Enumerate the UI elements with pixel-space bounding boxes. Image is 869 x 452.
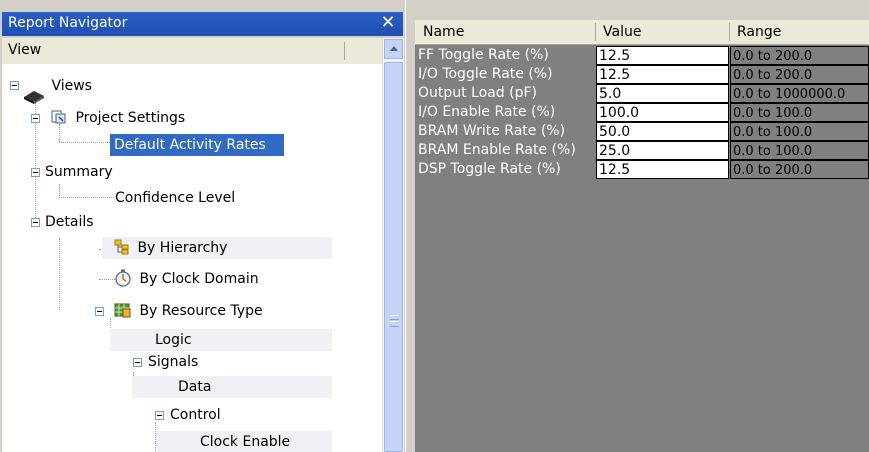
tree-label: By Hierarchy (137, 240, 228, 256)
table-row: I/O Toggle Rate (%) 12.5 0.0 to 200.0 (415, 65, 869, 85)
collapse-toggle[interactable] (133, 358, 142, 367)
resource-grid-icon (114, 302, 132, 318)
tree-line (59, 197, 114, 198)
tree-item-by-resource-type[interactable]: By Resource Type (114, 300, 266, 322)
tree-item-summary[interactable]: Summary (42, 161, 116, 183)
tree-label: By Clock Domain (139, 271, 259, 287)
tree-label: Logic (155, 332, 192, 348)
settings-page-icon (50, 109, 68, 125)
row-name: I/O Toggle Rate (%) (418, 66, 553, 82)
view-column-header[interactable]: View (2, 38, 382, 65)
tree-line (59, 238, 60, 310)
close-icon[interactable]: ✕ (379, 13, 397, 33)
tree-scrollbar[interactable] (382, 38, 404, 452)
collapse-toggle[interactable] (95, 307, 104, 316)
collapse-toggle[interactable] (10, 81, 19, 90)
row-value-input[interactable]: 12.5 (596, 65, 729, 84)
row-range: 0.0 to 200.0 (730, 46, 869, 65)
row-name: Output Load (pF) (418, 85, 537, 101)
tree-label: Default Activity Rates (110, 134, 284, 156)
column-divider[interactable] (595, 23, 596, 41)
navigator-title: Report Navigator (8, 15, 128, 31)
row-range: 0.0 to 200.0 (730, 160, 869, 179)
tree-item-control[interactable]: Control (167, 404, 224, 426)
grid-header: Name Value Range (415, 20, 869, 45)
row-value-input[interactable]: 12.5 (596, 160, 729, 179)
stopwatch-icon (114, 269, 132, 287)
row-range: 0.0 to 100.0 (730, 141, 869, 160)
panel-splitter[interactable] (405, 0, 414, 452)
tree-item-default-activity-rates[interactable]: Default Activity Rates (110, 134, 284, 156)
tree-label: By Resource Type (139, 303, 263, 319)
row-value-input[interactable]: 100.0 (596, 103, 729, 122)
table-row: Output Load (pF) 5.0 0.0 to 1000000.0 (415, 84, 869, 104)
row-range: 0.0 to 1000000.0 (730, 84, 869, 103)
tree-item-confidence-level[interactable]: Confidence Level (112, 187, 238, 209)
table-row: BRAM Write Rate (%) 50.0 0.0 to 100.0 (415, 122, 869, 142)
row-value-input[interactable]: 5.0 (596, 84, 729, 103)
table-row: DSP Toggle Rate (%) 12.5 0.0 to 200.0 (415, 160, 869, 180)
scroll-thumb[interactable] (384, 62, 403, 452)
tree-item-clock-enable[interactable]: Clock Enable (197, 431, 293, 452)
collapse-toggle[interactable] (31, 218, 40, 227)
row-name: BRAM Enable Rate (%) (418, 142, 576, 158)
tree-label: Project Settings (75, 110, 186, 126)
tree-item-details[interactable]: Details (42, 211, 97, 233)
row-name: DSP Toggle Rate (%) (418, 161, 561, 177)
tree-label: Views (51, 78, 92, 94)
activity-rates-grid: Name Value Range FF Toggle Rate (%) 12.5… (415, 20, 869, 452)
tree-item-by-clock-domain[interactable]: By Clock Domain (114, 268, 262, 290)
row-range: 0.0 to 100.0 (730, 103, 869, 122)
navigator-title-bar: Report Navigator ✕ (2, 12, 403, 36)
grip-icon (390, 315, 399, 327)
collapse-toggle[interactable] (31, 114, 40, 123)
column-header-value[interactable]: Value (603, 20, 641, 44)
column-header-range[interactable]: Range (737, 20, 781, 44)
tree-item-data[interactable]: Data (175, 376, 214, 398)
tree-item-signals[interactable]: Signals (145, 351, 201, 373)
tree-item-views[interactable]: Views (22, 75, 95, 104)
column-divider[interactable] (729, 23, 730, 41)
tree-label: Summary (45, 164, 113, 180)
view-header-label: View (8, 42, 42, 58)
row-name: BRAM Write Rate (%) (418, 123, 566, 139)
table-row: FF Toggle Rate (%) 12.5 0.0 to 200.0 (415, 46, 869, 66)
report-navigator-panel: Report Navigator ✕ View Views Project Se… (0, 0, 405, 452)
scroll-up-button[interactable] (384, 39, 403, 59)
row-range: 0.0 to 200.0 (730, 65, 869, 84)
tree-label: Signals (148, 354, 199, 370)
header-divider (344, 42, 345, 60)
tree-line (59, 184, 60, 198)
tree-item-by-hierarchy[interactable]: By Hierarchy (114, 237, 230, 259)
tree-label: Confidence Level (115, 190, 236, 206)
row-value-input[interactable]: 12.5 (596, 46, 729, 65)
row-value-input[interactable]: 50.0 (596, 122, 729, 141)
tree-label: Clock Enable (200, 434, 291, 450)
table-row: I/O Enable Rate (%) 100.0 0.0 to 100.0 (415, 103, 869, 123)
row-value-input[interactable]: 25.0 (596, 141, 729, 160)
tree-item-project-settings[interactable]: Project Settings (50, 107, 188, 129)
tree-label: Data (178, 379, 212, 395)
collapse-toggle[interactable] (31, 168, 40, 177)
tree-item-logic[interactable]: Logic (152, 329, 195, 351)
row-range: 0.0 to 100.0 (730, 122, 869, 141)
table-row: BRAM Enable Rate (%) 25.0 0.0 to 100.0 (415, 141, 869, 161)
navigator-tree: Views Project Settings Default Activity … (2, 64, 382, 452)
hierarchy-icon (114, 239, 130, 255)
tree-line (35, 92, 36, 218)
tree-line (59, 142, 114, 143)
tree-line (99, 279, 115, 280)
tree-label: Details (45, 214, 94, 230)
row-name: FF Toggle Rate (%) (418, 47, 549, 63)
column-header-name[interactable]: Name (423, 20, 464, 44)
tree-label: Control (170, 407, 221, 423)
collapse-toggle[interactable] (155, 411, 164, 420)
row-name: I/O Enable Rate (%) (418, 104, 556, 120)
